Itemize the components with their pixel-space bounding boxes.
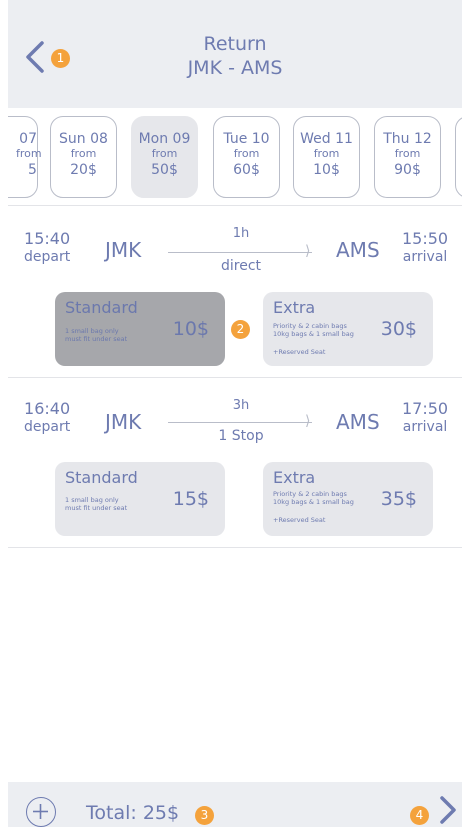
- flight-duration: 1h: [232, 226, 250, 241]
- fare-standard[interactable]: Standard 1 small bag only must fit under…: [55, 292, 225, 366]
- date-chip-day: 07: [19, 131, 37, 147]
- date-chip-price: 90$: [394, 162, 421, 178]
- next-button[interactable]: [438, 796, 458, 824]
- date-chip-from: from: [16, 147, 42, 160]
- date-chip-wed-11[interactable]: Wed 11 from 10$: [293, 116, 360, 198]
- arrow-right-icon: ⟩: [305, 413, 311, 429]
- date-chip-day: Tue 10: [223, 131, 270, 147]
- route-line: [168, 422, 312, 423]
- fare-extra[interactable]: Extra Priority & 2 cabin bags 10kg bags …: [263, 462, 433, 536]
- date-chip-from: from: [70, 147, 97, 160]
- arrival-time-value: 15:50: [402, 229, 449, 248]
- date-chip-sun-08[interactable]: Sun 08 from 20$: [50, 116, 117, 198]
- date-chip-from: from: [151, 147, 178, 160]
- date-chip-from: from: [313, 147, 340, 160]
- total-price: Total: 25$: [86, 802, 180, 824]
- arrival-time-value: 17:50: [402, 399, 449, 418]
- arrow-right-icon: ⟩: [305, 243, 311, 259]
- origin-airport: JMK: [105, 238, 142, 262]
- fare-description: +Reserved Seat: [273, 516, 326, 524]
- header: 1 Return JMK - AMS: [8, 0, 462, 108]
- date-chip-tue-10[interactable]: Tue 10 from 60$: [213, 116, 280, 198]
- date-chip-07[interactable]: 07 from 5: [8, 116, 42, 198]
- arrival-time: 15:50 arrival: [402, 230, 448, 266]
- fare-description: 1 small bag only: [65, 496, 119, 504]
- flight-stops: direct: [220, 258, 262, 274]
- fare-description: Priority & 2 cabin bags: [273, 322, 347, 330]
- date-chip-mon-09[interactable]: Mon 09 from 50$: [131, 116, 198, 198]
- chevron-right-icon: [440, 796, 456, 824]
- departure-label: depart: [24, 249, 71, 265]
- date-chip-day: Thu 12: [383, 131, 432, 147]
- screen: 1 Return JMK - AMS 07 from 5 Sun 08 from…: [8, 0, 462, 827]
- date-chip-day: Wed 11: [300, 131, 353, 147]
- fare-description: Priority & 2 cabin bags: [273, 490, 347, 498]
- date-chip-from: from: [394, 147, 421, 160]
- date-chip-day: Mon 09: [138, 131, 191, 147]
- plus-icon: [33, 804, 48, 819]
- fare-name: Standard: [65, 468, 138, 487]
- fare-description: 1 small bag only: [65, 327, 119, 335]
- fare-description: 10kg bags & 1 small bag: [273, 330, 354, 338]
- add-button[interactable]: [26, 797, 56, 827]
- step-badge-4: 4: [410, 806, 429, 825]
- date-chip-price: 60$: [233, 162, 260, 178]
- step-badge-3: 3: [195, 806, 214, 825]
- date-selector: 07 from 5 Sun 08 from 20$ Mon 09 from 50…: [8, 108, 462, 206]
- arrival-label: arrival: [402, 249, 448, 265]
- page-title: Return: [203, 33, 267, 55]
- fare-price: 10$: [172, 318, 209, 340]
- fare-price: 15$: [172, 488, 209, 510]
- date-chip-from: from: [233, 147, 260, 160]
- departure-time: 16:40 depart: [24, 400, 70, 436]
- fare-name: Extra: [273, 298, 316, 317]
- date-chip-price: 10$: [313, 162, 340, 178]
- route-line: [168, 252, 312, 253]
- date-chip-day: Sun 08: [59, 131, 108, 147]
- flight-row: 15:40 depart JMK 1h ⟩ direct AMS 15:50 a…: [8, 206, 462, 378]
- fare-name: Extra: [273, 468, 316, 487]
- date-chip-price: 20$: [70, 162, 97, 178]
- fare-description: 10kg bags & 1 small bag: [273, 498, 354, 506]
- departure-label: depart: [24, 419, 71, 435]
- fare-name: Standard: [65, 298, 138, 317]
- fare-extra[interactable]: Extra Priority & 2 cabin bags 10kg bags …: [263, 292, 433, 366]
- arrival-time: 17:50 arrival: [402, 400, 448, 436]
- route-subtitle: JMK - AMS: [187, 57, 283, 79]
- step-badge-2: 2: [231, 320, 250, 339]
- departure-time-value: 16:40: [24, 399, 71, 418]
- destination-airport: AMS: [336, 410, 380, 434]
- date-chip-next[interactable]: [455, 116, 462, 198]
- fare-price: 35$: [380, 488, 417, 510]
- departure-time-value: 15:40: [24, 229, 71, 248]
- arrival-label: arrival: [402, 419, 448, 435]
- flight-duration: 3h: [232, 398, 250, 413]
- fare-description: must fit under seat: [65, 335, 128, 343]
- flight-stops: 1 Stop: [218, 428, 264, 444]
- departure-time: 15:40 depart: [24, 230, 70, 266]
- date-chip-price: 5: [28, 162, 37, 178]
- destination-airport: AMS: [336, 238, 380, 262]
- date-chip-price: 50$: [151, 162, 178, 178]
- footer: Total: 25$ 3 4: [8, 782, 462, 827]
- fare-description: must fit under seat: [65, 504, 128, 512]
- fare-price: 30$: [380, 318, 417, 340]
- origin-airport: JMK: [105, 410, 142, 434]
- fare-description: +Reserved Seat: [273, 348, 326, 356]
- date-chip-thu-12[interactable]: Thu 12 from 90$: [374, 116, 441, 198]
- flight-row: 16:40 depart JMK 3h ⟩ 1 Stop AMS 17:50 a…: [8, 378, 462, 548]
- fare-standard[interactable]: Standard 1 small bag only must fit under…: [55, 462, 225, 536]
